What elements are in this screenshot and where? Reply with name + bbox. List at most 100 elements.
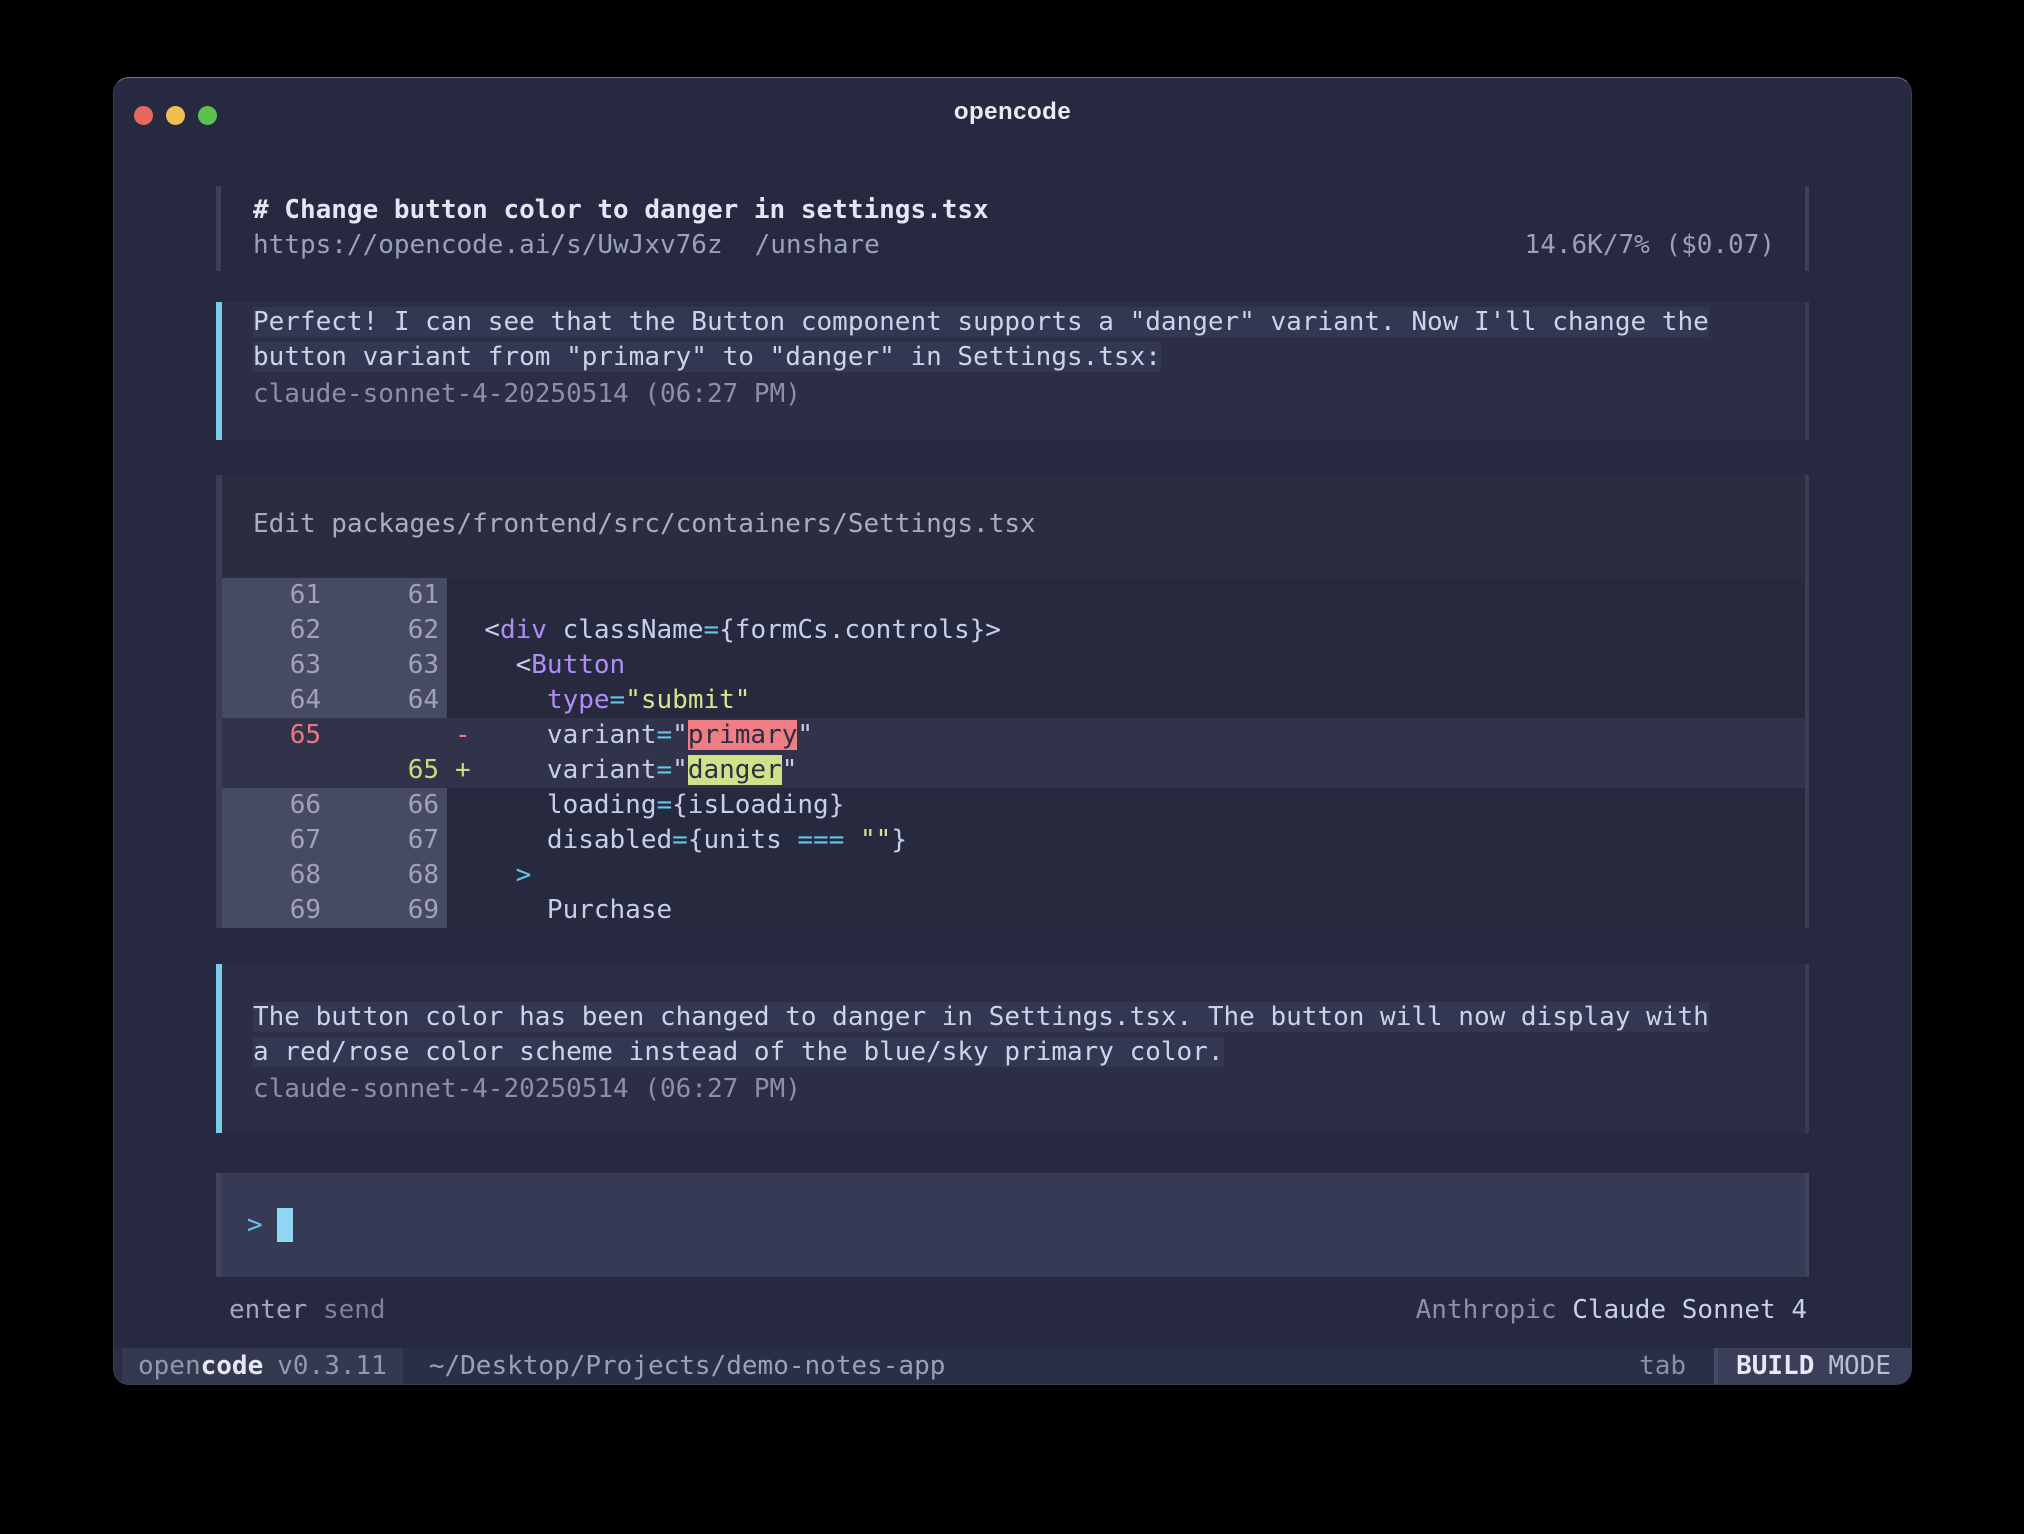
code-token: variant xyxy=(453,720,657,750)
code-token: = xyxy=(672,825,688,855)
window-title: opencode xyxy=(114,98,1911,126)
app-version: v0.3.11 xyxy=(277,1351,387,1381)
old-line-number: 63 xyxy=(222,648,329,683)
code-token: = xyxy=(703,615,719,645)
message-line: button variant from "primary" to "danger… xyxy=(253,340,1805,375)
code-line: - variant="primary" xyxy=(447,718,1805,753)
diff-row: 6767 disabled={units === ""} xyxy=(222,823,1805,858)
code-line: <div className={formCs.controls}> xyxy=(447,613,1805,648)
status-bar: opencode v0.3.11 ~/Desktop/Projects/demo… xyxy=(114,1348,1911,1384)
code-token: === xyxy=(797,825,844,855)
old-line-number: 68 xyxy=(222,858,329,893)
session-header: # Change button color to danger in setti… xyxy=(216,186,1809,271)
old-line-number: 66 xyxy=(222,788,329,823)
code-token: < xyxy=(453,615,500,645)
code-line: disabled={units === ""} xyxy=(447,823,1805,858)
share-link[interactable]: https://opencode.ai/s/UwJxv76z xyxy=(253,230,723,260)
old-line-number: 61 xyxy=(222,578,329,613)
send-action-hint: send xyxy=(323,1295,386,1325)
code-token: {formCs.controls} xyxy=(719,615,985,645)
new-line-number: 61 xyxy=(329,578,447,613)
unshare-command: /unshare xyxy=(755,230,880,260)
code-token: " xyxy=(672,720,688,750)
code-token: > xyxy=(516,860,532,890)
new-line-number: 63 xyxy=(329,648,447,683)
new-line-number: 69 xyxy=(329,893,447,928)
diff-row: 6868 > xyxy=(222,858,1805,893)
text-cursor xyxy=(277,1208,293,1242)
code-token: > xyxy=(985,615,1001,645)
token-usage: 14.6K/7% ($0.07) xyxy=(1525,228,1775,263)
main-content: # Change button color to danger in setti… xyxy=(216,186,1809,1328)
new-line-number: 64 xyxy=(329,683,447,718)
code-token: "" xyxy=(860,825,891,855)
diff-view: 61616262 <div className={formCs.controls… xyxy=(222,578,1805,928)
code-token: danger xyxy=(688,755,782,785)
code-token: Purchase xyxy=(453,895,672,925)
code-token: " xyxy=(672,755,688,785)
edit-file-title: Edit packages/frontend/src/containers/Se… xyxy=(222,475,1805,578)
app-name: open xyxy=(138,1351,201,1381)
new-line-number: 67 xyxy=(329,823,447,858)
code-token: Button xyxy=(531,650,625,680)
diff-row: 6464 type="submit" xyxy=(222,683,1805,718)
old-line-number: 67 xyxy=(222,823,329,858)
code-token: = xyxy=(657,790,673,820)
code-token: " xyxy=(782,755,798,785)
code-token xyxy=(453,860,516,890)
diff-row: 65+ variant="danger" xyxy=(222,753,1805,788)
code-token: = xyxy=(657,755,673,785)
old-line-number: 65 xyxy=(222,718,329,753)
prompt-caret: > xyxy=(247,1208,263,1243)
new-line-number: 62 xyxy=(329,613,447,648)
app-version-badge: opencode v0.3.11 xyxy=(122,1348,403,1384)
code-token: {isLoading} xyxy=(672,790,844,820)
code-line: > xyxy=(447,858,1805,893)
diff-row: 6262 <div className={formCs.controls}> xyxy=(222,613,1805,648)
code-token: className xyxy=(547,615,704,645)
code-line: + variant="danger" xyxy=(447,753,1805,788)
prompt-input[interactable]: > xyxy=(216,1173,1809,1277)
message-line: Perfect! I can see that the Button compo… xyxy=(253,305,1805,340)
message-line: a red/rose color scheme instead of the b… xyxy=(253,1035,1805,1070)
code-token: disabled xyxy=(453,825,672,855)
removed-sign: - xyxy=(455,718,471,753)
hints-row: enter send Anthropic Claude Sonnet 4 xyxy=(216,1293,1809,1328)
code-token: loading xyxy=(453,790,657,820)
code-token: " xyxy=(797,720,813,750)
code-token: "submit" xyxy=(625,685,750,715)
model-label: Claude Sonnet 4 xyxy=(1572,1295,1807,1325)
code-token: } xyxy=(891,825,907,855)
code-token: = xyxy=(657,720,673,750)
enter-key-hint: enter xyxy=(229,1295,307,1325)
code-line: Purchase xyxy=(447,893,1805,928)
old-line-number: 69 xyxy=(222,893,329,928)
assistant-message-1: Perfect! I can see that the Button compo… xyxy=(216,302,1809,440)
code-token: div xyxy=(500,615,547,645)
added-sign: + xyxy=(455,753,471,788)
code-line: loading={isLoading} xyxy=(447,788,1805,823)
mode-badge[interactable]: BUILD MODE xyxy=(1714,1348,1911,1384)
code-line: type="submit" xyxy=(447,683,1805,718)
opencode-window: opencode # Change button color to danger… xyxy=(113,77,1912,1385)
code-token: = xyxy=(610,685,626,715)
title-bar: opencode xyxy=(114,78,1911,140)
old-line-number xyxy=(222,753,329,788)
message-model-timestamp: claude-sonnet-4-20250514 (06:27 PM) xyxy=(253,1072,1805,1107)
session-title: # Change button color to danger in setti… xyxy=(253,193,1775,228)
provider-label: Anthropic xyxy=(1416,1295,1557,1325)
diff-row: 6969 Purchase xyxy=(222,893,1805,928)
message-model-timestamp: claude-sonnet-4-20250514 (06:27 PM) xyxy=(253,377,1805,412)
new-line-number: 66 xyxy=(329,788,447,823)
code-token: primary xyxy=(688,720,798,750)
old-line-number: 62 xyxy=(222,613,329,648)
diff-row: 6363 <Button xyxy=(222,648,1805,683)
new-line-number: 65 xyxy=(329,753,447,788)
diff-row: 6161 xyxy=(222,578,1805,613)
tab-key-hint[interactable]: tab xyxy=(1639,1351,1686,1381)
code-line xyxy=(447,578,1805,613)
old-line-number: 64 xyxy=(222,683,329,718)
code-token: variant xyxy=(453,755,657,785)
message-line: The button color has been changed to dan… xyxy=(253,1000,1805,1035)
edit-tool-block: Edit packages/frontend/src/containers/Se… xyxy=(216,475,1809,928)
